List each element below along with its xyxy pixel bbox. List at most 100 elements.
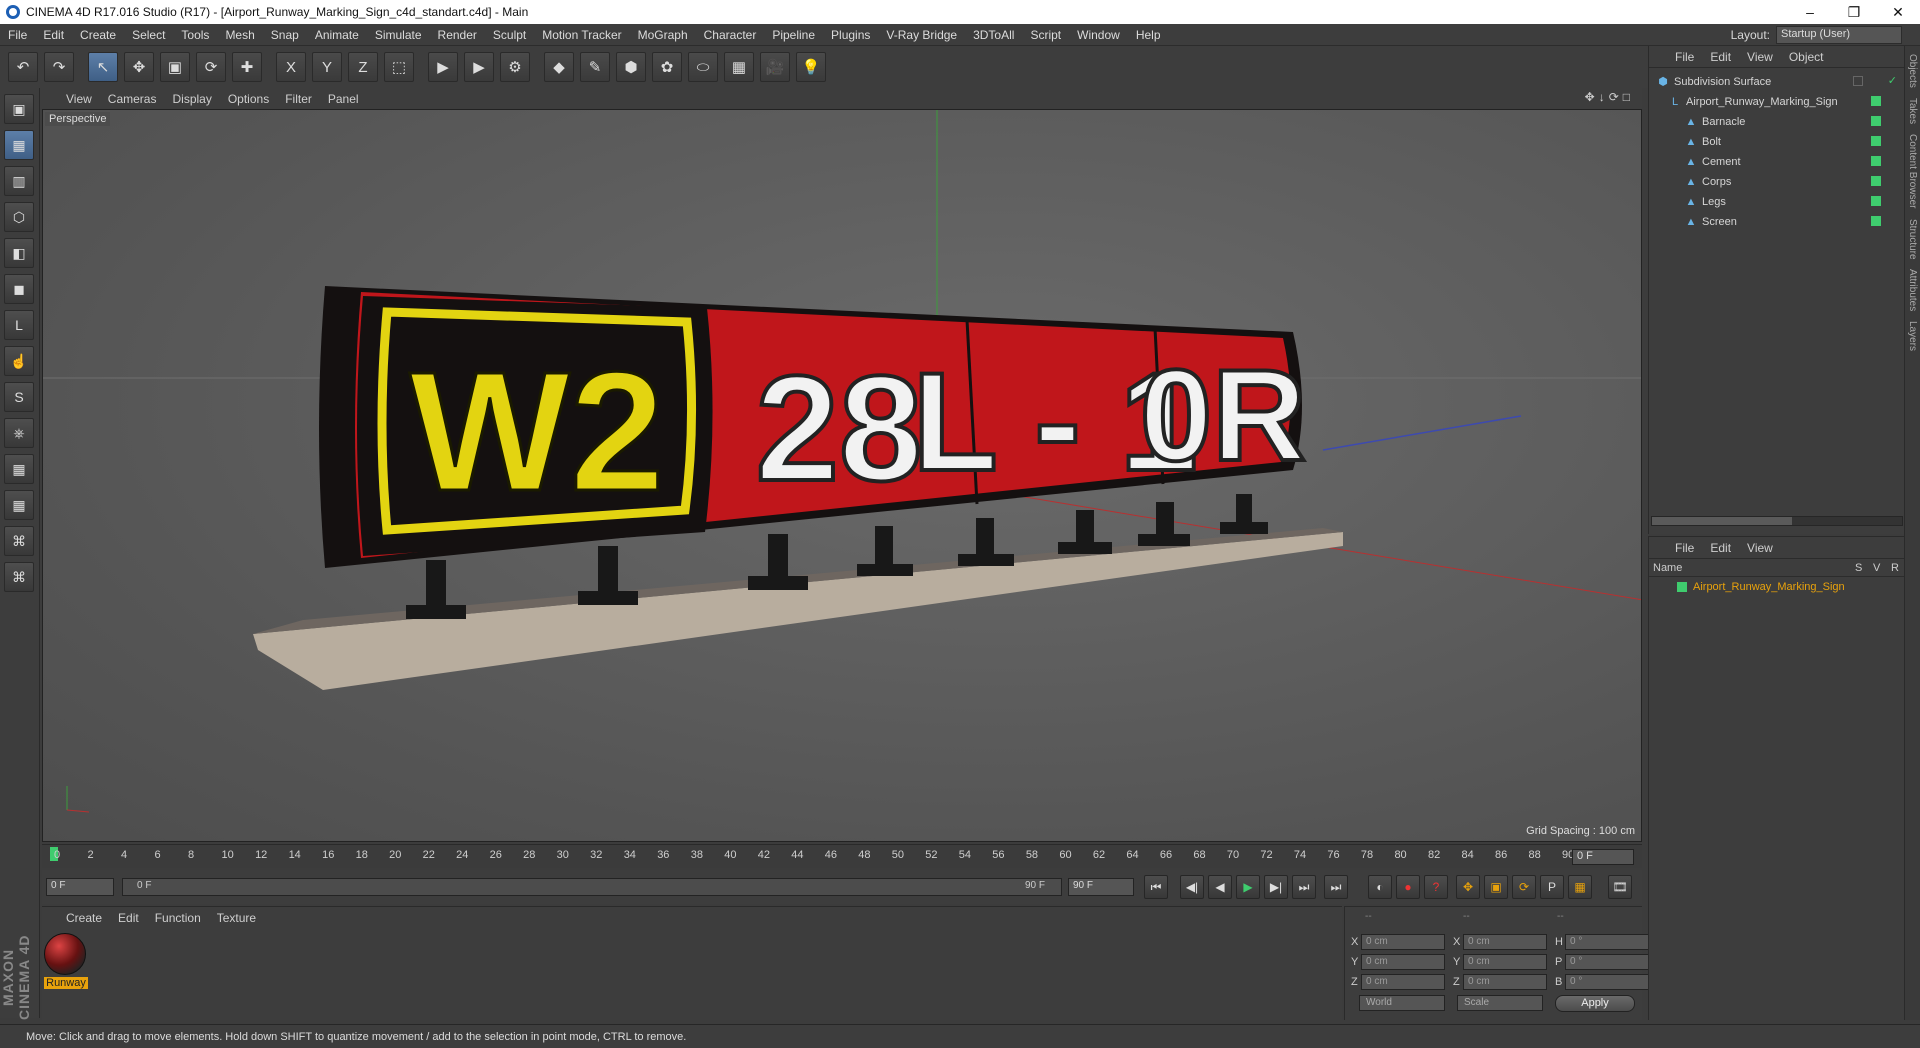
edges-mode-icon[interactable]: ◼ xyxy=(4,274,34,304)
undo-icon[interactable]: ↶ xyxy=(8,52,38,82)
snap-icon[interactable]: ⎈ xyxy=(4,418,34,448)
menu-vray-bridge[interactable]: V-Ray Bridge xyxy=(878,28,965,42)
key-position-icon[interactable]: ✥ xyxy=(1456,875,1480,899)
menu-edit[interactable]: Edit xyxy=(35,28,72,42)
size-z-field[interactable]: 0 cm xyxy=(1463,974,1547,990)
record-active-icon[interactable]: ● xyxy=(1396,875,1420,899)
rot-b-field[interactable]: 0 ° xyxy=(1565,974,1649,990)
menu-create[interactable]: Create xyxy=(72,28,124,42)
size-x-field[interactable]: 0 cm xyxy=(1463,934,1547,950)
layer-color-swatch[interactable] xyxy=(1871,116,1881,126)
render-view-icon[interactable]: ▶ xyxy=(428,52,458,82)
layers-menu-view[interactable]: View xyxy=(1747,541,1773,555)
cube-object-icon[interactable]: ◆ xyxy=(544,52,574,82)
material-swatch[interactable]: Runway xyxy=(44,933,88,995)
menu-sculpt[interactable]: Sculpt xyxy=(485,28,534,42)
tab-attributes[interactable]: Attributes xyxy=(1907,269,1918,311)
last-tool-icon[interactable]: ✚ xyxy=(232,52,262,82)
pos-z-field[interactable]: 0 cm xyxy=(1361,974,1445,990)
material-menu-function[interactable]: Function xyxy=(155,911,201,925)
tab-objects[interactable]: Objects xyxy=(1907,54,1918,88)
frame-range-slider[interactable]: 0 F 90 F xyxy=(122,878,1062,896)
layer-row[interactable]: Airport_Runway_Marking_Sign xyxy=(1649,577,1905,597)
goto-start-icon[interactable]: ⏮ xyxy=(1144,875,1168,899)
viewport-menu-display[interactable]: Display xyxy=(172,92,211,106)
menu-script[interactable]: Script xyxy=(1022,28,1069,42)
object-row-barnacle[interactable]: ▲ Barnacle xyxy=(1649,112,1905,132)
grid-snap-icon[interactable]: ▦ xyxy=(4,490,34,520)
apply-button[interactable]: Apply xyxy=(1555,995,1635,1012)
object-row-legs[interactable]: ▲ Legs xyxy=(1649,192,1905,212)
coordinate-system-icon[interactable]: ⬚ xyxy=(384,52,414,82)
menu-snap[interactable]: Snap xyxy=(263,28,307,42)
size-mode-dropdown[interactable]: Scale xyxy=(1457,995,1543,1011)
scale-tool-icon[interactable]: ▣ xyxy=(160,52,190,82)
model-mode-icon[interactable]: ▦ xyxy=(4,130,34,160)
tab-takes[interactable]: Takes xyxy=(1907,98,1918,124)
perspective-viewport[interactable]: W2 28 L - 1 0R Perspective Grid Spacing … xyxy=(42,109,1642,842)
menu-mesh[interactable]: Mesh xyxy=(217,28,262,42)
start-frame-field[interactable]: 0 F xyxy=(46,878,114,896)
object-row-subdivision-surface[interactable]: ⬢ Subdivision Surface ✓ xyxy=(1649,72,1905,92)
layer-color-swatch[interactable] xyxy=(1871,176,1881,186)
object-row-bolt[interactable]: ▲ Bolt xyxy=(1649,132,1905,152)
pos-x-field[interactable]: 0 cm xyxy=(1361,934,1445,950)
objects-menu-edit[interactable]: Edit xyxy=(1710,50,1731,64)
menu-select[interactable]: Select xyxy=(124,28,173,42)
minimize-button[interactable]: – xyxy=(1788,4,1832,20)
menu-motion-tracker[interactable]: Motion Tracker xyxy=(534,28,629,42)
layer-color-swatch[interactable] xyxy=(1871,96,1881,106)
layer-toggle[interactable] xyxy=(1853,76,1863,86)
motion-record-icon[interactable]: ◐ xyxy=(1368,875,1392,899)
render-settings-icon[interactable]: ⚙ xyxy=(500,52,530,82)
redo-icon[interactable]: ↷ xyxy=(44,52,74,82)
tweak-mode-icon[interactable]: S xyxy=(4,382,34,412)
tab-content-browser[interactable]: Content Browser xyxy=(1907,134,1918,208)
size-y-field[interactable]: 0 cm xyxy=(1463,954,1547,970)
python-console-icon[interactable]: ⌘ xyxy=(4,562,34,592)
x-axis-lock-icon[interactable]: X xyxy=(276,52,306,82)
object-row-corps[interactable]: ▲ Corps xyxy=(1649,172,1905,192)
menu-help[interactable]: Help xyxy=(1128,28,1169,42)
end-frame-field[interactable]: 90 F xyxy=(1068,878,1134,896)
menu-animate[interactable]: Animate xyxy=(307,28,367,42)
layer-color-swatch[interactable] xyxy=(1871,156,1881,166)
maximize-button[interactable]: ❐ xyxy=(1832,4,1876,21)
layer-color-swatch[interactable] xyxy=(1677,582,1687,592)
y-axis-lock-icon[interactable]: Y xyxy=(312,52,342,82)
select-tool-icon[interactable]: ↖ xyxy=(88,52,118,82)
enabled-check-icon[interactable]: ✓ xyxy=(1888,74,1897,87)
timeline-ruler[interactable]: 0 2 4 6 8 10 12 14 16 18 20 22 24 26 28 30 32 34 36 38 40 42 4… xyxy=(42,844,1642,868)
polygons-mode-icon[interactable]: L xyxy=(4,310,34,340)
viewport-menu-view[interactable]: View xyxy=(66,92,92,106)
layers-menu-file[interactable]: File xyxy=(1675,541,1694,555)
menu-mograph[interactable]: MoGraph xyxy=(630,28,696,42)
key-rotation-icon[interactable]: ⟳ xyxy=(1512,875,1536,899)
current-frame-field[interactable]: 0 F xyxy=(1572,849,1634,865)
layout-dropdown[interactable]: Startup (User) xyxy=(1776,26,1902,44)
menu-plugins[interactable]: Plugins xyxy=(823,28,878,42)
material-menu-edit[interactable]: Edit xyxy=(118,911,139,925)
menu-simulate[interactable]: Simulate xyxy=(367,28,430,42)
goto-next-key-icon[interactable]: ⏭ xyxy=(1292,875,1316,899)
material-menu-create[interactable]: Create xyxy=(66,911,102,925)
deformer-icon[interactable]: ⬭ xyxy=(688,52,718,82)
subdivision-surface-icon[interactable]: ⬢ xyxy=(616,52,646,82)
menu-window[interactable]: Window xyxy=(1069,28,1128,42)
rot-h-field[interactable]: 0 ° xyxy=(1565,934,1649,950)
viewport-menu-options[interactable]: Options xyxy=(228,92,269,106)
make-editable-icon[interactable]: ▣ xyxy=(4,94,34,124)
menu-file[interactable]: File xyxy=(0,28,35,42)
material-menu-texture[interactable]: Texture xyxy=(217,911,256,925)
viewport-nav-icons[interactable]: ✥↓⟳□ xyxy=(1585,90,1634,104)
key-parameter-icon[interactable]: P xyxy=(1540,875,1564,899)
points-mode-icon[interactable]: ◧ xyxy=(4,238,34,268)
pen-spline-icon[interactable]: ✎ xyxy=(580,52,610,82)
viewport-menu-panel[interactable]: Panel xyxy=(328,92,359,106)
move-tool-icon[interactable]: ✥ xyxy=(124,52,154,82)
autokey-icon[interactable]: ? xyxy=(1424,875,1448,899)
key-pla-icon[interactable]: ▦ xyxy=(1568,875,1592,899)
z-axis-lock-icon[interactable]: Z xyxy=(348,52,378,82)
camera-icon[interactable]: 🎥 xyxy=(760,52,790,82)
step-back-icon[interactable]: ◀ xyxy=(1208,875,1232,899)
